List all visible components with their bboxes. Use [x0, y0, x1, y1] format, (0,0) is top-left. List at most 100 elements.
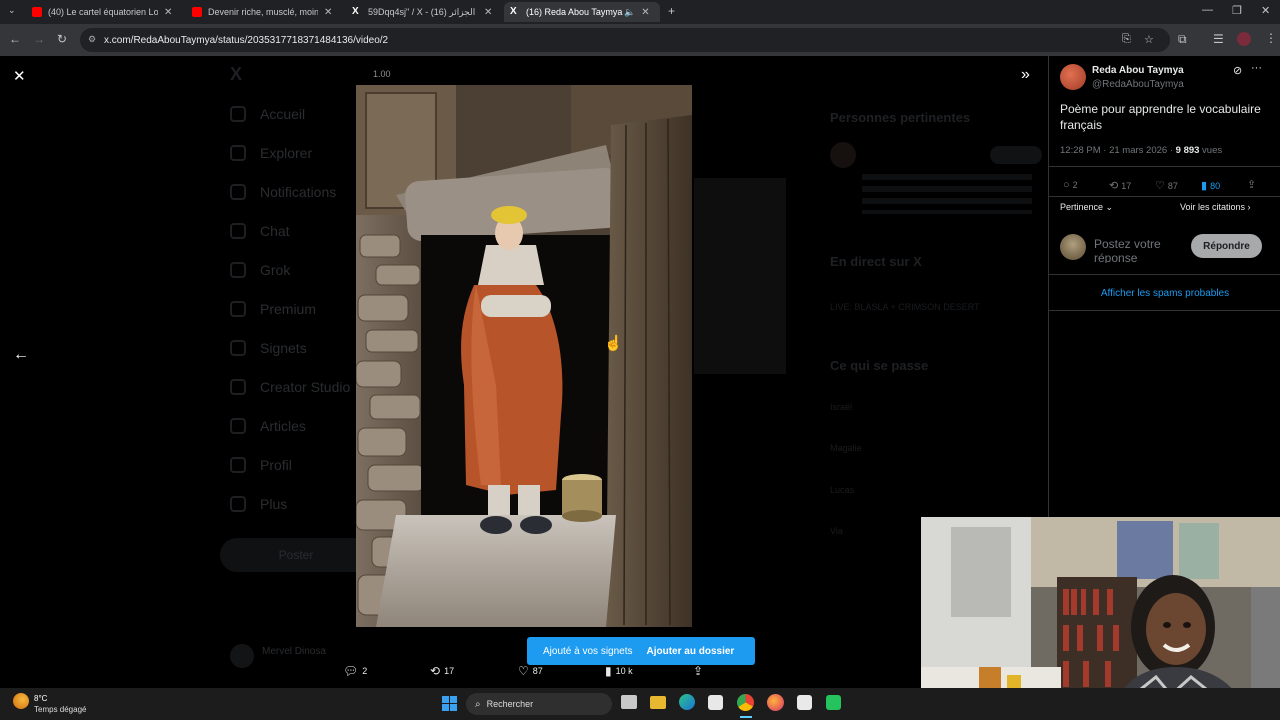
video-frame[interactable]: [356, 85, 692, 627]
like-action[interactable]: ♡ 87: [1155, 179, 1178, 192]
profile-avatar[interactable]: [1237, 32, 1251, 46]
dimmed-bio-text: [862, 174, 1032, 214]
article-icon: [230, 418, 246, 434]
author-avatar[interactable]: [1060, 64, 1086, 90]
install-icon[interactable]: ⎘: [1122, 33, 1131, 46]
tab-4-active[interactable]: X (16) Reda Abou Taymya sur 🔈 ✕: [504, 2, 660, 22]
forward-icon[interactable]: →: [33, 32, 45, 46]
url-input[interactable]: ⚙ x.com/RedaAbouTaymya/status/2035317718…: [80, 28, 1170, 52]
nav-articles: Articles: [230, 418, 306, 434]
tab-1[interactable]: (40) Le cartel équatorien Los Lo ✕: [26, 2, 182, 22]
bookmark-icon: [230, 340, 246, 356]
tab-title: (40) Le cartel équatorien Los Lo: [48, 7, 158, 17]
close-viewer-icon[interactable]: ✕: [13, 67, 26, 85]
user-name-dimmed: Mervel Dinosa: [262, 646, 326, 657]
share-icon[interactable]: ⇪: [1247, 178, 1256, 191]
site-info-icon[interactable]: ⚙: [88, 34, 96, 45]
store-icon[interactable]: [708, 695, 723, 710]
repost-action[interactable]: ⟲ 17: [1109, 179, 1131, 192]
x-logo-icon: X: [352, 6, 359, 17]
reply-stat[interactable]: 💬︎ 2: [343, 664, 367, 678]
firefox-icon[interactable]: [767, 694, 784, 711]
bookmark-action[interactable]: ▮ 80: [1201, 179, 1220, 192]
youtube-icon: [192, 7, 202, 17]
weather-desc[interactable]: Temps dégagé: [34, 705, 86, 714]
share-stat[interactable]: ⇪: [693, 664, 703, 678]
chevron-down-icon: ⌄: [1105, 202, 1114, 212]
url-text: x.com/RedaAbouTaymya/status/203531771837…: [104, 34, 389, 46]
reply-action[interactable]: ○ 2: [1063, 179, 1078, 191]
menu-kebab-icon[interactable]: ⋮: [1265, 31, 1277, 45]
add-to-folder-button[interactable]: Ajouter au dossier: [647, 646, 735, 657]
tweet-text: Poème pour apprendre le vocabulaire fran…: [1060, 102, 1261, 132]
grok-icon[interactable]: ⊘: [1233, 64, 1242, 77]
reply-icon: 💬︎: [343, 664, 359, 678]
user-avatar: [1060, 234, 1086, 260]
new-tab-icon[interactable]: +: [668, 4, 675, 18]
capcut-icon[interactable]: [797, 695, 812, 710]
active-indicator: [740, 716, 752, 718]
address-bar-row: ← → ↻ ⚙ x.com/RedaAbouTaymya/status/2035…: [0, 24, 1280, 56]
show-spam-link[interactable]: Afficher les spams probables: [1049, 288, 1280, 299]
tab-search-icon[interactable]: ⌄: [8, 5, 16, 16]
extensions-icon[interactable]: ⧉: [1178, 32, 1187, 47]
edge-icon[interactable]: [679, 694, 695, 710]
start-windows-icon[interactable]: [442, 696, 457, 711]
minimize-icon[interactable]: —: [1202, 4, 1213, 16]
sort-dropdown[interactable]: Pertinence ⌄: [1060, 202, 1113, 213]
profile-icon: [230, 457, 246, 473]
heart-icon: ♡: [518, 664, 529, 678]
live-heading: En direct sur X: [830, 254, 922, 269]
author-handle[interactable]: @RedaAbouTaymya: [1092, 79, 1184, 90]
view-quotes-link[interactable]: Voir les citations ›: [1180, 202, 1251, 212]
weather-icon[interactable]: [13, 693, 29, 709]
close-icon[interactable]: ✕: [641, 7, 649, 18]
sort-label: Pertinence: [1060, 202, 1104, 212]
weather-temp[interactable]: 8°C: [34, 694, 47, 703]
file-explorer-icon[interactable]: [650, 696, 666, 709]
nav-explore: Explorer: [230, 145, 312, 161]
reply-button[interactable]: Répondre: [1191, 234, 1262, 258]
previous-media-icon[interactable]: ←: [13, 346, 29, 364]
reload-icon[interactable]: ↻: [57, 32, 67, 46]
nav-creator-studio: Creator Studio: [230, 379, 350, 395]
tweet-views-label: vues: [1199, 145, 1223, 156]
dimmed-avatar: [830, 142, 856, 168]
mail-icon: [230, 223, 246, 239]
back-icon[interactable]: ←: [9, 32, 21, 46]
nav-grok: Grok: [230, 262, 290, 278]
like-count: 87: [532, 666, 543, 676]
task-view-icon[interactable]: [621, 695, 637, 709]
taskbar-search-input[interactable]: ⌕ Rechercher: [466, 693, 612, 715]
views-count: 10 k: [615, 666, 633, 676]
tab-3[interactable]: X 59Dqq4sj" / X - بوابة الجزائر (16) ✕: [346, 2, 502, 22]
reply-input[interactable]: Postez votre réponse: [1094, 237, 1184, 263]
close-icon[interactable]: ✕: [324, 7, 332, 18]
reply-count: 2: [362, 666, 368, 676]
repost-stat[interactable]: ⟲ 17: [430, 664, 454, 678]
repost-icon: ⟲: [1109, 180, 1119, 192]
bookmark-filled-icon: ▮: [1201, 180, 1208, 192]
close-icon[interactable]: ✕: [164, 7, 172, 18]
app-icon[interactable]: [826, 695, 841, 710]
collapse-panel-icon[interactable]: »: [1021, 66, 1030, 84]
views-stat[interactable]: ▮ 10 k: [605, 664, 633, 678]
chrome-icon[interactable]: [737, 694, 754, 711]
trend-item: Via: [830, 526, 843, 536]
bookmark-star-icon[interactable]: ☆: [1144, 33, 1154, 46]
nav-notifications: Notifications: [230, 184, 336, 200]
divider: [1049, 274, 1280, 275]
reply-icon: ○: [1063, 179, 1070, 191]
audio-icon[interactable]: 🔈: [624, 7, 635, 18]
maximize-icon[interactable]: ❐: [1232, 4, 1242, 17]
creator-icon: [230, 379, 246, 395]
tweet-time[interactable]: 12:28 PM · 21 mars 2026 ·: [1060, 145, 1176, 156]
more-icon[interactable]: ···: [1251, 62, 1262, 74]
like-stat[interactable]: ♡ 87: [518, 664, 543, 678]
author-name[interactable]: Reda Abou Taymya: [1092, 65, 1184, 76]
chevron-right-icon: ›: [1247, 202, 1251, 212]
window-close-icon[interactable]: ✕: [1261, 4, 1270, 17]
close-icon[interactable]: ✕: [484, 7, 492, 18]
sidebar-icon[interactable]: ☰: [1213, 32, 1224, 46]
tab-2[interactable]: Devenir riche, musclé, moins st ✕: [186, 2, 342, 22]
